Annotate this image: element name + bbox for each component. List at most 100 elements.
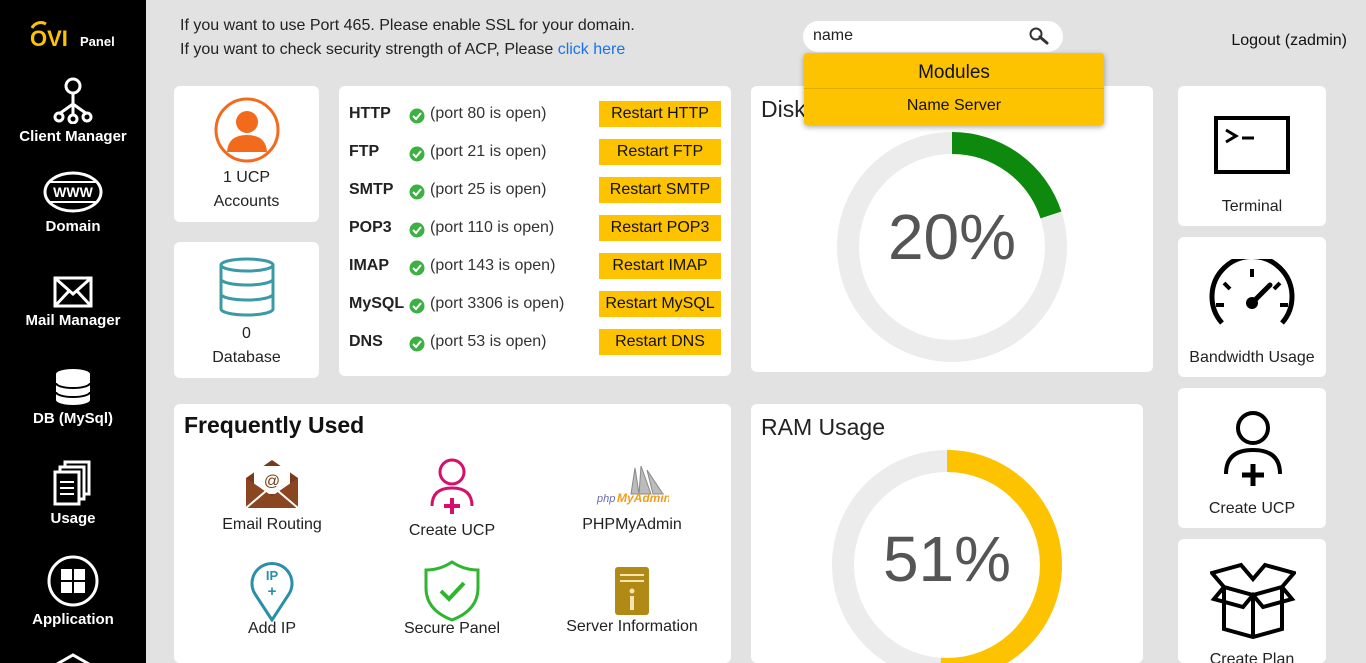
check-icon (409, 222, 425, 243)
sidebar-item-application[interactable]: Application (0, 555, 146, 628)
sidebar-item-db-mysql[interactable]: DB (MySql) (0, 368, 146, 427)
sidebar-item-label: Client Manager (19, 128, 127, 145)
freq-label: PHPMyAdmin (582, 516, 682, 533)
notice-line-1: If you want to use Port 465. Please enab… (180, 17, 635, 34)
freq-label: Secure Panel (403, 620, 501, 637)
client-manager-icon (0, 76, 146, 124)
service-status: (port 3306 is open) (430, 295, 565, 312)
restart-imap-button[interactable]: Restart IMAP (599, 253, 721, 279)
logout-link[interactable]: Logout (zadmin) (1231, 32, 1347, 50)
mail-icon (0, 276, 146, 308)
svg-text:WWW: WWW (53, 184, 93, 200)
sidebar-item-more[interactable] (0, 652, 146, 663)
secure-panel-icon (424, 560, 480, 622)
check-icon (409, 336, 425, 357)
sidebar-item-client-manager[interactable]: Client Manager (0, 76, 146, 145)
freq-label: Add IP (247, 620, 297, 637)
svg-text:@: @ (264, 473, 280, 490)
service-name: POP3 (349, 219, 392, 236)
box-icon (1210, 562, 1296, 639)
database-card[interactable]: 0 Database (174, 242, 319, 378)
sidebar-item-domain[interactable]: WWW Domain (0, 170, 146, 235)
search-icon[interactable] (1029, 27, 1049, 50)
tile-label: Bandwidth Usage (1189, 349, 1315, 366)
service-status: (port 21 is open) (430, 143, 547, 160)
search-box (803, 21, 1063, 52)
ovipanel-logo[interactable]: OVI Panel (28, 20, 124, 54)
service-name: FTP (349, 143, 380, 160)
tile-bandwidth-usage[interactable]: Bandwidth Usage (1178, 237, 1326, 377)
sidebar-item-mail-manager[interactable]: Mail Manager (0, 276, 146, 329)
service-row-ftp: FTP (port 21 is open) Restart FTP (349, 139, 721, 165)
freq-add-ip[interactable]: IP + Add IP (182, 560, 362, 638)
create-ucp-icon (430, 458, 474, 514)
logo-ovi-text: OVI (30, 26, 68, 51)
svg-text:IP: IP (266, 568, 279, 583)
freq-email-routing[interactable]: @ Email Routing (182, 458, 362, 534)
tile-create-plan[interactable]: Create Plan (1178, 539, 1326, 663)
sidebar: OVI Panel Client Manager WWW Domain Mail… (0, 0, 146, 663)
search-input[interactable] (813, 25, 1023, 47)
freq-phpmyadmin[interactable]: php MyAdmin PHPMyAdmin (542, 464, 722, 534)
freq-create-ucp[interactable]: Create UCP (362, 458, 542, 540)
restart-pop3-button[interactable]: Restart POP3 (599, 215, 721, 241)
application-icon (0, 555, 146, 607)
restart-smtp-button[interactable]: Restart SMTP (599, 177, 721, 203)
sidebar-item-label: Mail Manager (25, 312, 121, 329)
check-icon (409, 184, 425, 205)
freq-server-information[interactable]: Server Information (542, 566, 722, 636)
service-row-smtp: SMTP (port 25 is open) Restart SMTP (349, 177, 721, 203)
svg-text:MyAdmin: MyAdmin (617, 491, 669, 505)
restart-ftp-button[interactable]: Restart FTP (599, 139, 721, 165)
service-status: (port 53 is open) (430, 333, 547, 350)
check-icon (409, 298, 425, 319)
click-here-link[interactable]: click here (558, 41, 626, 58)
sidebar-item-label: DB (MySql) (33, 410, 113, 427)
svg-text:+: + (268, 583, 277, 600)
service-name: HTTP (349, 105, 391, 122)
disk-percent: 20% (887, 201, 1017, 273)
service-row-imap: IMAP (port 143 is open) Restart IMAP (349, 253, 721, 279)
frequently-used-card: Frequently Used @ Email Routing Create U… (174, 404, 731, 663)
freq-secure-panel[interactable]: Secure Panel (362, 560, 542, 638)
check-icon (409, 260, 425, 281)
service-row-dns: DNS (port 53 is open) Restart DNS (349, 329, 721, 355)
search-dropdown: Modules Name Server (804, 53, 1104, 125)
ram-usage-card: RAM Usage 51% (751, 404, 1143, 663)
tile-terminal[interactable]: Terminal (1178, 86, 1326, 226)
service-status: (port 110 is open) (430, 219, 555, 236)
sidebar-item-label: Domain (45, 218, 101, 235)
database-label: Database (212, 349, 281, 366)
sidebar-item-label: Application (32, 611, 114, 628)
ram-percent: 51% (882, 523, 1012, 595)
restart-http-button[interactable]: Restart HTTP (599, 101, 721, 127)
add-user-icon (1224, 411, 1282, 486)
database-icon (0, 368, 146, 406)
dropdown-header: Modules (804, 53, 1104, 89)
ucp-label: Accounts (213, 193, 280, 210)
tile-label: Create UCP (1208, 500, 1296, 517)
tile-create-ucp[interactable]: Create UCP (1178, 388, 1326, 528)
freq-label: Email Routing (222, 516, 322, 533)
terminal-icon (1214, 116, 1290, 174)
logo-panel-text: Panel (80, 34, 115, 49)
restart-mysql-button[interactable]: Restart MySQL (599, 291, 721, 317)
ucp-accounts-card[interactable]: 1 UCP Accounts (174, 86, 319, 222)
ucp-count: 1 UCP (222, 169, 271, 186)
restart-dns-button[interactable]: Restart DNS (599, 329, 721, 355)
sidebar-item-label: Usage (50, 510, 96, 527)
svg-text:php: php (596, 493, 615, 505)
tile-label: Terminal (1221, 198, 1283, 215)
notice-line-2-text: If you want to check security strength o… (180, 41, 554, 58)
frequently-used-title: Frequently Used (184, 412, 365, 438)
shield-icon (0, 652, 146, 663)
service-row-pop3: POP3 (port 110 is open) Restart POP3 (349, 215, 721, 241)
service-name: DNS (349, 333, 383, 350)
disk-title: Disk (761, 96, 806, 122)
service-name: MySQL (349, 295, 405, 312)
freq-label: Create UCP (408, 522, 496, 539)
dropdown-item-name-server[interactable]: Name Server (804, 89, 1104, 123)
freq-label: Server Information (566, 618, 698, 635)
sidebar-item-usage[interactable]: Usage (0, 460, 146, 527)
service-status: (port 143 is open) (430, 257, 556, 274)
